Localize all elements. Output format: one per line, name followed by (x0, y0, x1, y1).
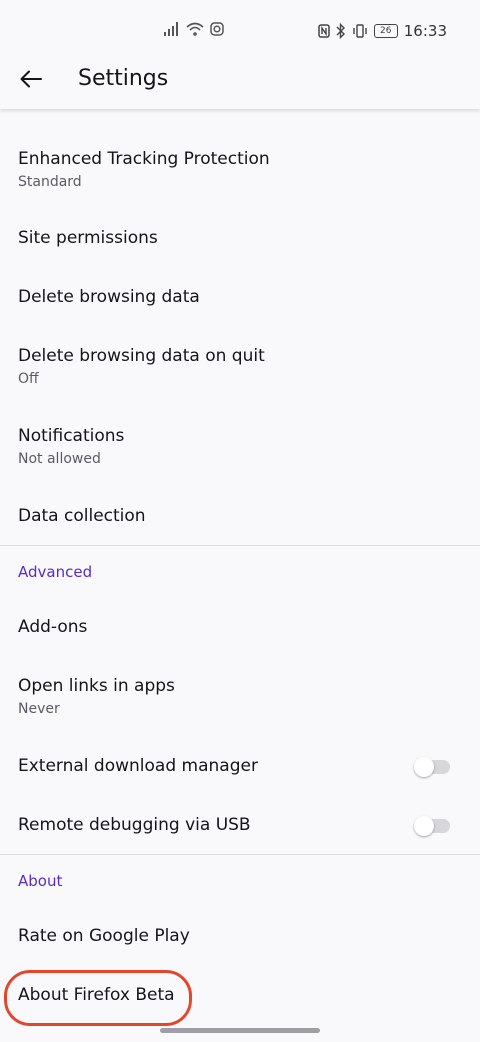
vibrate-icon (353, 24, 367, 38)
signal-icon (164, 22, 178, 36)
setting-data-collection[interactable]: Data collection (0, 488, 480, 542)
setting-title: Delete browsing data on quit (18, 346, 265, 366)
setting-title: Remote debugging via USB (18, 815, 251, 835)
back-arrow-icon (20, 70, 42, 88)
status-bar: 26 16:33 (0, 0, 480, 64)
bluetooth-icon (336, 23, 345, 39)
setting-subtitle: Not allowed (18, 451, 101, 467)
section-header-about: About (18, 872, 63, 890)
setting-external-download-manager[interactable]: External download manager (0, 740, 480, 794)
nfc-icon (318, 24, 330, 38)
setting-title: Notifications (18, 426, 125, 446)
page-title: Settings (78, 66, 169, 91)
toggle-knob (414, 816, 434, 836)
top-app-bar: Settings (0, 64, 480, 109)
setting-remote-debugging[interactable]: Remote debugging via USB (0, 799, 480, 853)
remote-debugging-toggle[interactable] (414, 816, 450, 836)
setting-title: Rate on Google Play (18, 926, 190, 946)
setting-subtitle: Standard (18, 174, 82, 190)
setting-subtitle: Off (18, 371, 39, 387)
setting-rate-on-google-play[interactable]: Rate on Google Play (0, 910, 480, 964)
setting-title: Open links in apps (18, 676, 175, 696)
external-download-toggle[interactable] (414, 757, 450, 777)
status-right-icons: 26 16:33 (318, 22, 447, 40)
setting-open-links-in-apps[interactable]: Open links in apps Never (0, 662, 480, 730)
setting-add-ons[interactable]: Add-ons (0, 600, 480, 654)
back-button[interactable] (14, 64, 48, 94)
setting-site-permissions[interactable]: Site permissions (0, 212, 480, 266)
setting-delete-browsing-data-on-quit[interactable]: Delete browsing data on quit Off (0, 332, 480, 400)
instagram-icon (210, 22, 224, 36)
setting-title: Enhanced Tracking Protection (18, 149, 270, 169)
setting-title: External download manager (18, 756, 258, 776)
setting-delete-browsing-data[interactable]: Delete browsing data (0, 270, 480, 324)
setting-enhanced-tracking-protection[interactable]: Enhanced Tracking Protection Standard (0, 134, 480, 202)
setting-title: Delete browsing data (18, 287, 200, 307)
setting-title: About Firefox Beta (18, 985, 175, 1005)
setting-subtitle: Never (18, 701, 60, 717)
setting-title: Site permissions (18, 228, 158, 248)
section-divider (0, 854, 480, 855)
section-header-advanced: Advanced (18, 563, 93, 581)
setting-about-firefox-beta[interactable]: About Firefox Beta (0, 970, 480, 1022)
section-divider (0, 545, 480, 546)
setting-title: Data collection (18, 506, 146, 526)
status-time: 16:33 (403, 22, 447, 40)
wifi-icon (186, 22, 204, 36)
setting-notifications[interactable]: Notifications Not allowed (0, 411, 480, 479)
toggle-knob (414, 757, 434, 777)
setting-title: Add-ons (18, 617, 88, 637)
status-left-icons (164, 22, 224, 36)
battery-icon: 26 (373, 24, 398, 38)
gesture-nav-handle[interactable] (160, 1028, 320, 1033)
